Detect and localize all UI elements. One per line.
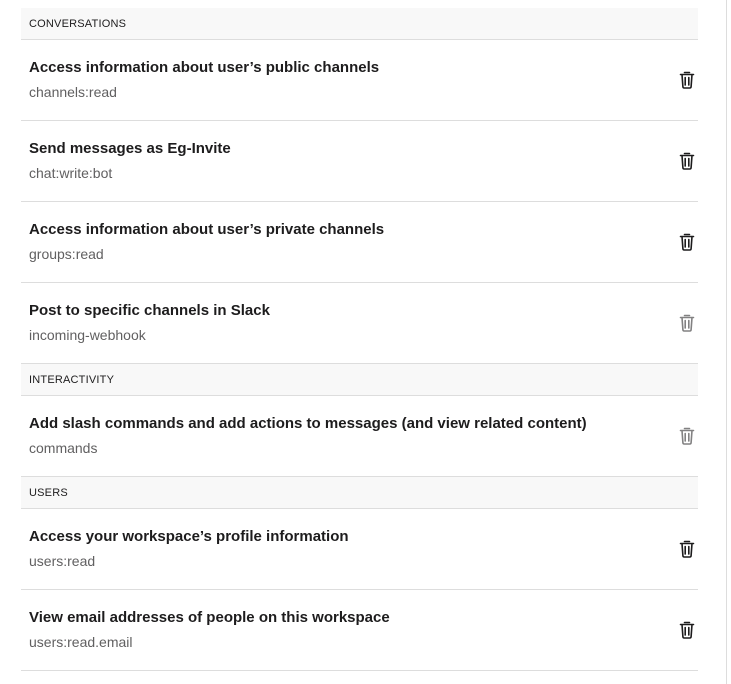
trash-icon — [679, 233, 695, 251]
remove-scope-button[interactable] — [679, 232, 695, 252]
permission-scopes-list: CONVERSATIONS Access information about u… — [21, 8, 698, 671]
scope-row-users-read-email: View email addresses of people on this w… — [21, 590, 698, 671]
section-header-users: USERS — [21, 477, 698, 509]
scope-description: Send messages as Eg-Invite — [29, 140, 231, 157]
scope-name: groups:read — [29, 246, 104, 262]
remove-scope-button[interactable] — [679, 426, 695, 446]
section-title: INTERACTIVITY — [29, 373, 115, 386]
scope-row-groups-read: Access information about user’s private … — [21, 202, 698, 283]
remove-scope-button[interactable] — [679, 70, 695, 90]
remove-scope-button[interactable] — [679, 539, 695, 559]
scope-row-commands: Add slash commands and add actions to me… — [21, 396, 698, 477]
scope-row-users-read: Access your workspace’s profile informat… — [21, 509, 698, 590]
trash-icon — [679, 152, 695, 170]
remove-scope-button[interactable] — [679, 151, 695, 171]
section-header-interactivity: INTERACTIVITY — [21, 364, 698, 396]
section-title: CONVERSATIONS — [29, 17, 127, 30]
scope-description: Access information about user’s private … — [29, 221, 385, 238]
scope-description: Add slash commands and add actions to me… — [29, 415, 587, 432]
section-header-conversations: CONVERSATIONS — [21, 8, 698, 40]
scope-name: incoming-webhook — [29, 327, 146, 343]
scope-name: commands — [29, 440, 98, 456]
scope-name: chat:write:bot — [29, 165, 113, 181]
trash-icon — [679, 621, 695, 639]
trash-icon — [679, 427, 695, 445]
trash-icon — [679, 71, 695, 89]
scope-description: Post to specific channels in Slack — [29, 302, 270, 319]
trash-icon — [679, 540, 695, 558]
scope-row-channels-read: Access information about user’s public c… — [21, 40, 698, 121]
scope-description: View email addresses of people on this w… — [29, 609, 390, 626]
scope-row-chat-write-bot: Send messages as Eg-Invite chat:write:bo… — [21, 121, 698, 202]
scope-description: Access your workspace’s profile informat… — [29, 528, 349, 545]
remove-scope-button[interactable] — [679, 313, 695, 333]
scope-name: users:read.email — [29, 634, 133, 650]
scrollbar-track — [726, 0, 727, 684]
scope-name: users:read — [29, 553, 96, 569]
section-title: USERS — [29, 486, 68, 499]
scope-description: Access information about user’s public c… — [29, 59, 380, 76]
trash-icon — [679, 314, 695, 332]
scope-name: channels:read — [29, 84, 117, 100]
remove-scope-button[interactable] — [679, 620, 695, 640]
scope-row-incoming-webhook: Post to specific channels in Slack incom… — [21, 283, 698, 364]
